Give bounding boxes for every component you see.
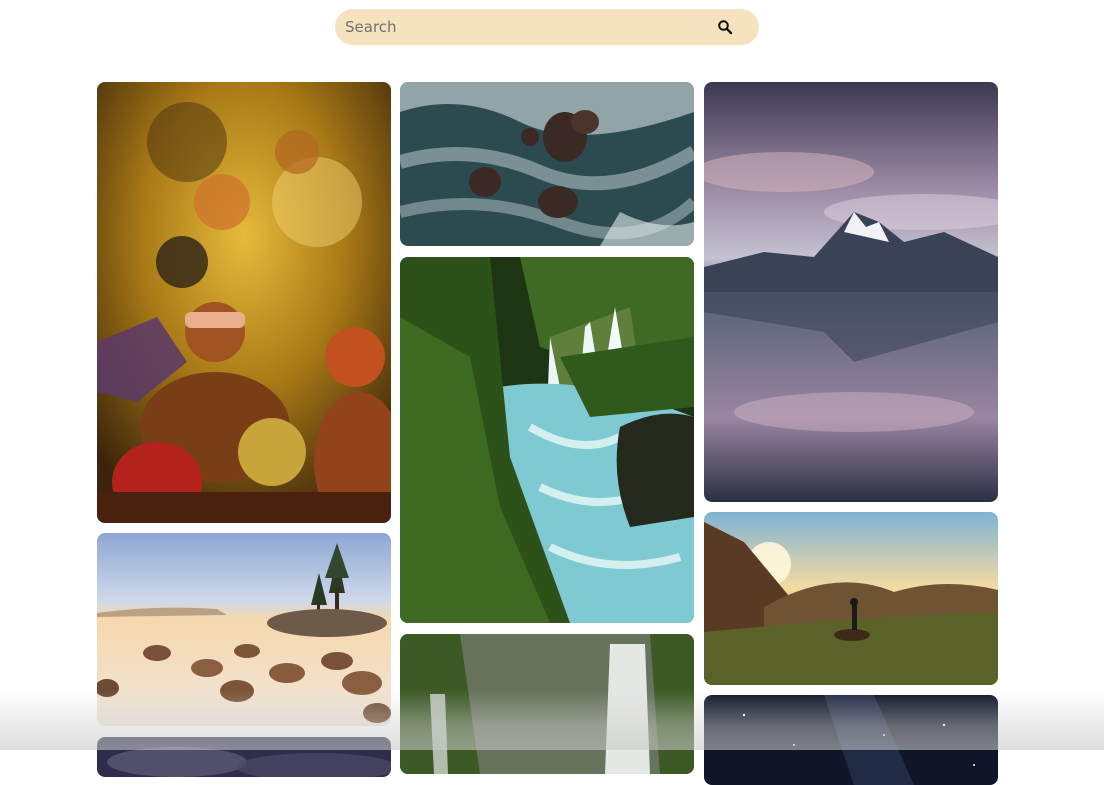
lake-rocks-photo xyxy=(97,533,391,726)
hiker-sunrise-photo xyxy=(704,512,998,685)
misty-waterfall-photo xyxy=(400,634,694,774)
photo-tile[interactable] xyxy=(400,634,694,774)
search-input[interactable] xyxy=(345,9,705,45)
photo-tile[interactable] xyxy=(97,737,391,777)
search-bar xyxy=(335,9,759,45)
search-icon xyxy=(718,20,733,35)
search-button[interactable] xyxy=(713,15,737,39)
photo-tile[interactable] xyxy=(704,695,998,785)
waterfall-river-photo xyxy=(400,257,694,623)
aerial-ocean-photo xyxy=(400,82,694,246)
night-clouds-photo xyxy=(97,737,391,777)
mountain-lake-photo xyxy=(704,82,998,502)
photo-tile[interactable] xyxy=(400,82,694,246)
photo-tile[interactable] xyxy=(400,257,694,623)
photo-tile[interactable] xyxy=(97,533,391,726)
photo-tile[interactable] xyxy=(704,82,998,502)
photo-tile[interactable] xyxy=(704,512,998,685)
festival-crowd-photo xyxy=(97,82,391,523)
milky-way-photo xyxy=(704,695,998,785)
photo-tile[interactable] xyxy=(97,82,391,523)
